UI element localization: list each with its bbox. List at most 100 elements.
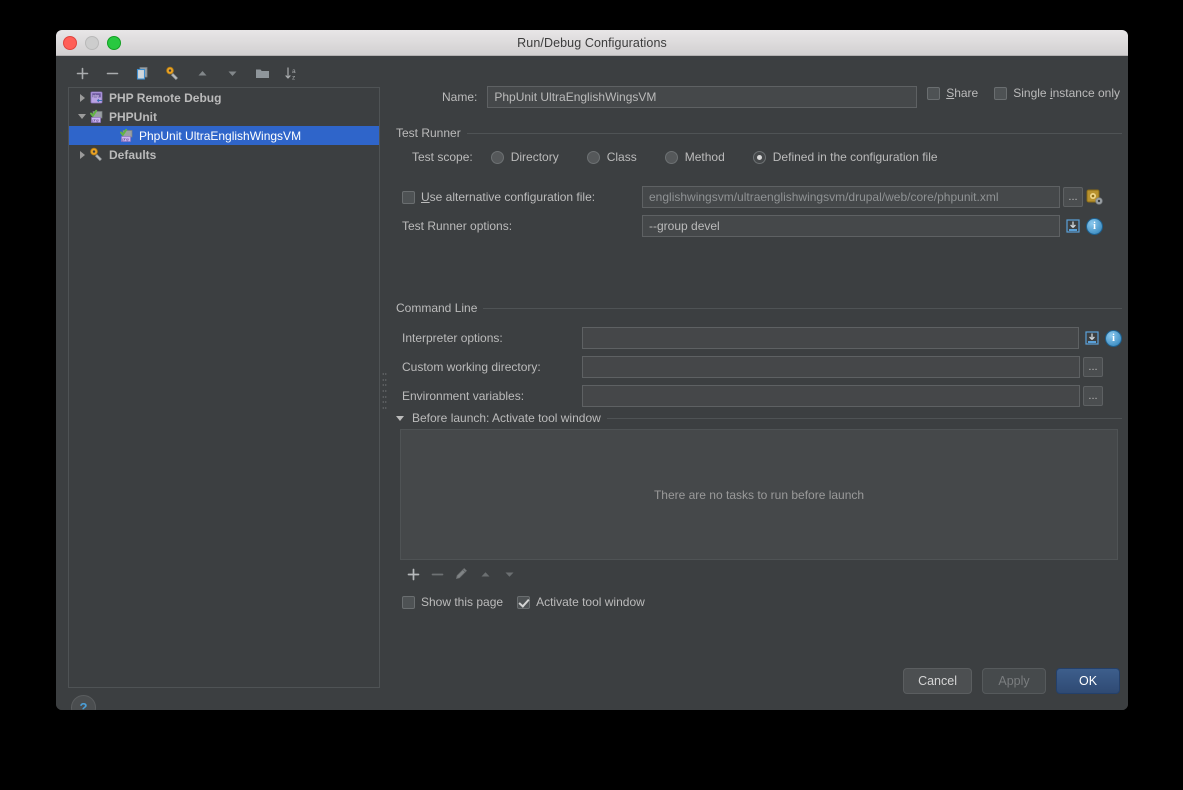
config-gear-icon[interactable] [1086,189,1103,206]
top-checkboxes: Share Single instance only [927,86,1120,100]
window-controls [63,36,121,50]
pane-splitter[interactable] [381,56,388,710]
browse-working-directory-button[interactable]: ... [1083,357,1103,377]
tree-item-defaults[interactable]: Defaults [69,145,379,164]
browse-label: ... [1068,191,1078,203]
expand-macro-icon[interactable] [1083,329,1101,347]
info-label: i [1112,332,1115,344]
copy-configuration-button[interactable] [130,61,154,85]
sort-configurations-button[interactable]: a z [280,61,304,85]
command-line-group: Command Line Interpreter options: i Cust… [396,301,1122,407]
browse-environment-variables-button[interactable]: ... [1083,386,1103,406]
custom-working-directory-input[interactable] [582,356,1080,378]
info-icon[interactable]: i [1105,329,1122,347]
checkbox-box[interactable] [402,190,415,204]
share-checkbox[interactable]: Share [927,86,978,100]
create-folder-button[interactable] [250,61,274,85]
dialog-footer: Cancel Apply OK [903,668,1120,694]
radio-circle[interactable] [752,150,766,164]
tree-item-phpunit-ultraenglishwingsvm[interactable]: php PhpUnit UltraEnglishWingsVM [69,126,379,145]
configuration-editor-pane: Name: PhpUnit UltraEnglishWingsVM Share … [388,56,1128,710]
before-launch-group: Before launch: Activate tool window Ther… [396,411,1122,609]
collapse-arrow-icon[interactable] [75,114,89,119]
show-this-page-checkbox[interactable]: Show this page [402,595,503,609]
phpunit-icon: php [119,128,135,144]
activate-tool-window-checkbox[interactable]: Activate tool window [517,595,645,609]
group-title: Command Line [396,301,478,315]
help-label: ? [79,700,88,710]
apply-button[interactable]: Apply [982,668,1046,694]
add-task-button[interactable] [402,563,424,585]
before-launch-title: Before launch: Activate tool window [412,411,601,425]
test-scope-radio-method[interactable]: Method [664,150,725,164]
remove-configuration-button[interactable] [100,61,124,85]
checkbox-box[interactable] [994,86,1008,100]
expand-macro-icon[interactable] [1064,217,1082,235]
interpreter-options-row: Interpreter options: i [402,327,1122,349]
configurations-tree[interactable]: php PHP Remote Debug php PHPUnit php Php… [68,87,380,688]
move-down-button[interactable] [220,61,244,85]
tree-item-php-remote-debug[interactable]: php PHP Remote Debug [69,88,379,107]
radio-label: Class [606,150,637,164]
interpreter-options-input[interactable] [581,327,1080,349]
browse-alt-config-button[interactable]: ... [1063,187,1083,207]
before-launch-task-list[interactable]: There are no tasks to run before launch [400,429,1118,560]
cancel-button[interactable]: Cancel [903,668,972,694]
environment-variables-input[interactable] [582,385,1080,407]
remove-task-button[interactable] [426,563,448,585]
edit-task-button[interactable] [450,563,472,585]
minimize-window-button[interactable] [85,36,99,50]
window-titlebar: Run/Debug Configurations [56,30,1128,56]
radio-label: Directory [510,150,559,164]
name-input[interactable]: PhpUnit UltraEnglishWingsVM [487,86,918,108]
environment-variables-label: Environment variables: [402,389,525,403]
svg-text:z: z [292,74,295,81]
before-launch-header[interactable]: Before launch: Activate tool window [396,411,1122,425]
test-scope-radio-class[interactable]: Class [586,150,637,164]
activate-tool-window-label: Activate tool window [536,595,645,609]
test-runner-options-input[interactable]: --group devel [642,215,1060,237]
move-task-up-button[interactable] [474,563,496,585]
edit-defaults-wrench-button[interactable] [160,61,184,85]
close-window-button[interactable] [63,36,77,50]
splitter-grip-icon[interactable] [382,373,387,409]
group-title: Test Runner [396,126,461,140]
checkbox-box[interactable] [402,595,415,609]
ok-button[interactable]: OK [1056,668,1120,694]
add-configuration-button[interactable] [70,61,94,85]
test-runner-options-value: --group devel [649,219,720,233]
run-debug-configurations-window: Run/Debug Configurations a z php PHP Rem… [56,30,1128,710]
test-runner-group-header: Test Runner [396,126,1122,140]
radio-circle[interactable] [490,150,504,164]
tree-item-label: PHP Remote Debug [109,90,222,105]
move-up-button[interactable] [190,61,214,85]
name-input-value: PhpUnit UltraEnglishWingsVM [494,90,657,104]
svg-text:php: php [92,117,99,122]
test-runner-options-row: Test Runner options: --group devel i [402,215,1122,237]
share-label: Share [946,86,979,100]
before-launch-empty-text: There are no tasks to run before launch [653,487,865,502]
chevron-down-icon[interactable] [396,415,404,421]
checkbox-box[interactable] [927,86,941,100]
test-scope-radio-defined-in-config[interactable]: Defined in the configuration file [752,150,938,164]
expand-arrow-icon[interactable] [75,150,89,159]
maximize-window-button[interactable] [107,36,121,50]
radio-circle[interactable] [586,150,600,164]
show-this-page-label: Show this page [421,595,504,609]
checkbox-box[interactable] [517,595,531,609]
tree-item-phpunit[interactable]: php PHPUnit [69,107,379,126]
move-task-down-button[interactable] [498,563,520,585]
single-instance-only-checkbox[interactable]: Single instance only [994,86,1120,100]
expand-arrow-icon[interactable] [75,93,89,102]
radio-circle[interactable] [664,150,678,164]
tree-item-label: PhpUnit UltraEnglishWingsVM [139,128,302,143]
name-row: Name: PhpUnit UltraEnglishWingsVM [442,86,918,108]
svg-text:php: php [122,136,129,141]
tree-item-label: Defaults [109,147,157,162]
test-scope-radio-directory[interactable]: Directory [490,150,559,164]
name-label: Name: [442,90,478,104]
info-icon[interactable]: i [1086,217,1103,235]
use-alternative-configuration-file-checkbox[interactable]: Use alternative configuration file: [402,190,642,204]
help-button[interactable]: ? [71,695,96,710]
alt-config-path-input[interactable]: englishwingsvm/ultraenglishwingsvm/drupa… [642,186,1060,208]
